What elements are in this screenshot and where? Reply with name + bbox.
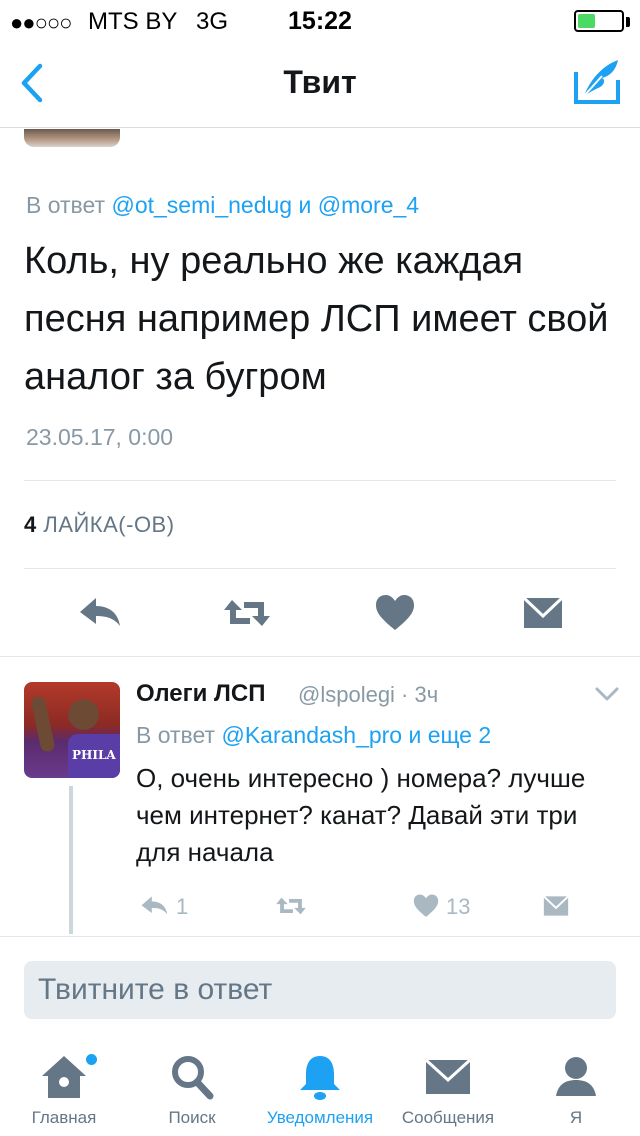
reply-text: О, очень интересно ) номера? лучше чем и… [136, 763, 586, 867]
like-count: 13 [446, 894, 471, 919]
tab-bar: Главная Поиск Уведомления Сообщения Я [0, 1042, 640, 1136]
message-icon [522, 596, 564, 628]
tab-label: Уведомления [266, 1108, 374, 1127]
author-avatar[interactable] [24, 129, 120, 147]
tweet-timestamp: 23.05.17, 0:00 [26, 424, 174, 450]
direct-message-button[interactable] [518, 588, 568, 638]
reply-icon [141, 896, 168, 915]
mention-link[interactable]: @more_4 [318, 192, 419, 218]
status-bar: ●●○○○ MTS BY 3G 15:22 [0, 0, 640, 40]
tweet-options-button[interactable] [594, 684, 620, 704]
chevron-down-icon [595, 687, 619, 701]
reply-icon [80, 598, 120, 626]
reply-author-handle: @lspolegi · 3ч [298, 682, 439, 707]
tab-label: Главная [31, 1108, 97, 1127]
divider [0, 656, 640, 657]
search-icon [172, 1056, 214, 1100]
bell-icon [300, 1056, 340, 1100]
reply-button[interactable] [76, 588, 126, 638]
retweet-icon [276, 897, 306, 915]
heart-icon [413, 894, 439, 917]
reply-actions: 1 13 [0, 886, 640, 926]
reply-count: 1 [176, 894, 189, 919]
retweet-button[interactable] [222, 588, 272, 638]
envelope-icon [424, 1058, 472, 1094]
reply-prefix: В ответ [136, 722, 216, 748]
divider [24, 568, 616, 569]
reply-and: и [298, 192, 312, 218]
battery-icon [574, 10, 624, 32]
battery-level [578, 14, 595, 28]
reply-author-name[interactable]: Олеги ЛСП [136, 680, 265, 708]
avatar-figure-arm [30, 695, 56, 753]
compose-button[interactable] [572, 56, 622, 106]
reply-input[interactable]: Твитните в ответ [24, 961, 616, 1019]
tweet-actions [0, 588, 640, 640]
like-button[interactable] [370, 588, 420, 638]
divider [24, 480, 616, 481]
mention-link[interactable]: @ot_semi_nedug [111, 192, 292, 218]
reply-context: В ответ @ot_semi_nedug и @more_4 [26, 192, 419, 219]
profile-icon [556, 1057, 596, 1096]
reply-context: В ответ @Karandash_pro и еще 2 [136, 722, 491, 749]
tweet-text: Коль, ну реально же каждая песня наприме… [24, 240, 609, 398]
reply-composer-bar: Твитните в ответ [0, 936, 640, 1042]
mention-link[interactable]: @Karandash_pro и еще 2 [221, 722, 491, 748]
compose-quill-icon [574, 60, 620, 104]
reply-button[interactable]: 1 [138, 890, 198, 922]
tab-me[interactable]: Я [512, 1052, 640, 1136]
reply-author-avatar[interactable]: PHILA [24, 682, 120, 778]
retweet-icon [224, 600, 270, 626]
home-icon [42, 1056, 86, 1098]
direct-message-button[interactable] [540, 890, 574, 922]
page-title: Твит [283, 64, 357, 100]
tab-notifications[interactable]: Уведомления [256, 1052, 384, 1136]
battery-nub [626, 17, 630, 27]
tab-search[interactable]: Поиск [128, 1052, 256, 1136]
heart-icon [376, 595, 414, 630]
tab-label: Я [569, 1108, 583, 1127]
likes-count-link[interactable]: 4 ЛАЙКА(-ОВ) [24, 512, 175, 538]
notification-badge [86, 1054, 97, 1065]
retweet-button[interactable] [272, 890, 312, 922]
avatar-jersey-text: PHILA [72, 748, 116, 762]
tab-label: Поиск [168, 1108, 216, 1127]
tab-messages[interactable]: Сообщения [384, 1052, 512, 1136]
likes-label: ЛАЙКА(-ОВ) [43, 512, 175, 537]
reply-prefix: В ответ [26, 192, 106, 218]
tab-label: Сообщения [401, 1108, 495, 1127]
like-button[interactable]: 13 [410, 890, 490, 922]
nav-bar: Твит [0, 40, 640, 128]
clock: 15:22 [288, 7, 352, 35]
likes-count: 4 [24, 512, 37, 537]
message-icon [543, 895, 569, 916]
tab-home[interactable]: Главная [0, 1052, 128, 1136]
reply-input-placeholder: Твитните в ответ [38, 973, 273, 1006]
